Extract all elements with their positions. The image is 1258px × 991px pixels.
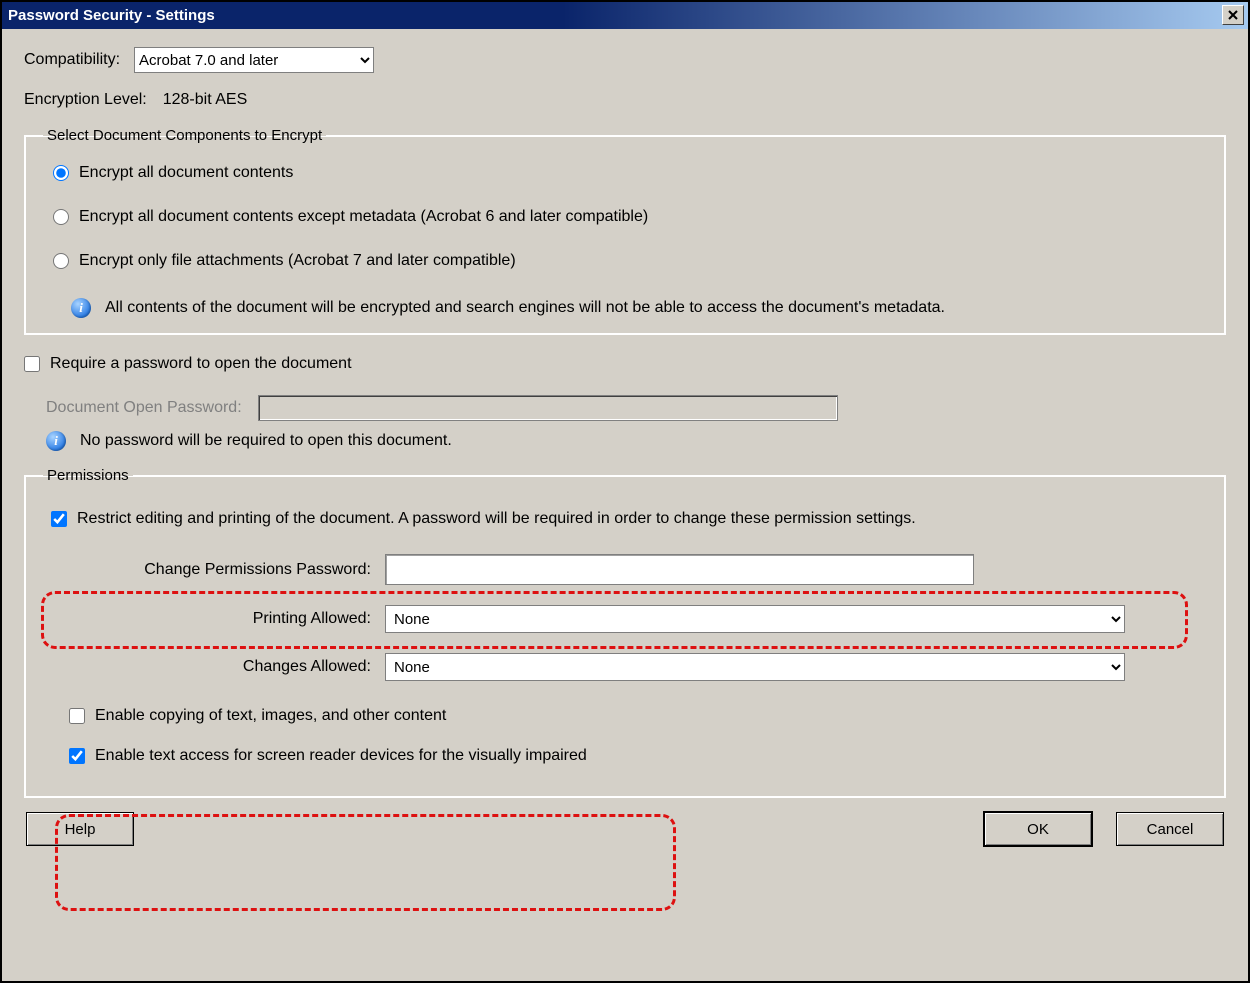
- encrypt-radio-attachments-label: Encrypt only file attachments (Acrobat 7…: [79, 252, 516, 270]
- enable-copy-label: Enable copying of text, images, and othe…: [95, 707, 446, 725]
- compatibility-select[interactable]: Acrobat 7.0 and later: [134, 47, 374, 73]
- change-permissions-password-row: Change Permissions Password:: [43, 554, 1207, 585]
- dialog-buttons-right: OK Cancel: [984, 812, 1224, 846]
- open-password-info-text: No password will be required to open thi…: [80, 432, 452, 450]
- require-open-password-label: Require a password to open the document: [50, 355, 352, 373]
- change-permissions-password-label: Change Permissions Password:: [43, 561, 385, 579]
- changes-allowed-select[interactable]: None: [385, 653, 1125, 681]
- enable-text-access-label: Enable text access for screen reader dev…: [95, 747, 587, 765]
- restrict-editing-checkbox[interactable]: [51, 511, 67, 527]
- encrypt-radio-attachments[interactable]: [53, 253, 69, 269]
- info-icon: i: [46, 431, 66, 451]
- encryption-level-value: 128-bit AES: [163, 91, 248, 109]
- encryption-level-row: Encryption Level: 128-bit AES: [24, 91, 1226, 109]
- title-bar: Password Security - Settings: [2, 2, 1248, 29]
- encrypt-option-attachments[interactable]: Encrypt only file attachments (Acrobat 7…: [43, 246, 1207, 276]
- encrypt-radio-except-metadata[interactable]: [53, 209, 69, 225]
- document-open-password-field: [258, 395, 838, 421]
- permissions-legend: Permissions: [43, 467, 133, 484]
- encrypt-info-text: All contents of the document will be enc…: [105, 299, 945, 317]
- ok-button[interactable]: OK: [984, 812, 1092, 846]
- enable-copy-check[interactable]: Enable copying of text, images, and othe…: [69, 701, 1207, 731]
- cancel-button[interactable]: Cancel: [1116, 812, 1224, 846]
- enable-text-access-checkbox[interactable]: [69, 748, 85, 764]
- encrypt-components-legend: Select Document Components to Encrypt: [43, 127, 326, 144]
- enable-text-access-check[interactable]: Enable text access for screen reader dev…: [69, 741, 1207, 771]
- window-title: Password Security - Settings: [8, 7, 215, 24]
- document-open-password-row: Document Open Password:: [46, 395, 1226, 421]
- encrypt-option-except-metadata[interactable]: Encrypt all document contents except met…: [43, 202, 1207, 232]
- permissions-fieldset: Permissions Restrict editing and printin…: [24, 467, 1226, 798]
- encrypt-option-all[interactable]: Encrypt all document contents: [43, 158, 1207, 188]
- dialog-body: Compatibility: Acrobat 7.0 and later Enc…: [2, 29, 1248, 981]
- restrict-editing-label: Restrict editing and printing of the doc…: [77, 510, 916, 528]
- close-button[interactable]: [1222, 5, 1244, 25]
- info-icon: i: [71, 298, 91, 318]
- open-password-section: Require a password to open the document …: [24, 349, 1226, 451]
- changes-allowed-row: Changes Allowed: None: [43, 653, 1207, 681]
- help-button[interactable]: Help: [26, 812, 134, 846]
- printing-allowed-label: Printing Allowed:: [43, 610, 385, 628]
- encrypt-radio-all[interactable]: [53, 165, 69, 181]
- dialog-window: Password Security - Settings Compatibili…: [0, 0, 1250, 983]
- require-open-password-check[interactable]: Require a password to open the document: [24, 349, 1226, 379]
- compatibility-label: Compatibility:: [24, 51, 120, 69]
- open-password-info-row: i No password will be required to open t…: [46, 431, 1226, 451]
- dialog-buttons: Help OK Cancel: [24, 812, 1226, 846]
- require-open-password-checkbox[interactable]: [24, 356, 40, 372]
- change-permissions-password-field[interactable]: [385, 554, 974, 585]
- encrypt-radio-all-label: Encrypt all document contents: [79, 164, 293, 182]
- encryption-level-label: Encryption Level:: [24, 91, 147, 109]
- printing-allowed-select[interactable]: None: [385, 605, 1125, 633]
- printing-allowed-row: Printing Allowed: None: [43, 605, 1207, 633]
- enable-copy-checkbox[interactable]: [69, 708, 85, 724]
- permissions-checkboxes: Enable copying of text, images, and othe…: [69, 701, 1207, 771]
- close-icon: [1228, 10, 1238, 20]
- changes-allowed-label: Changes Allowed:: [43, 658, 385, 676]
- encrypt-radio-except-metadata-label: Encrypt all document contents except met…: [79, 208, 648, 226]
- document-open-password-label: Document Open Password:: [46, 399, 242, 417]
- restrict-editing-check[interactable]: Restrict editing and printing of the doc…: [43, 504, 1207, 534]
- encrypt-components-fieldset: Select Document Components to Encrypt En…: [24, 127, 1226, 335]
- compatibility-row: Compatibility: Acrobat 7.0 and later: [24, 47, 1226, 73]
- encrypt-info-row: i All contents of the document will be e…: [43, 288, 1207, 318]
